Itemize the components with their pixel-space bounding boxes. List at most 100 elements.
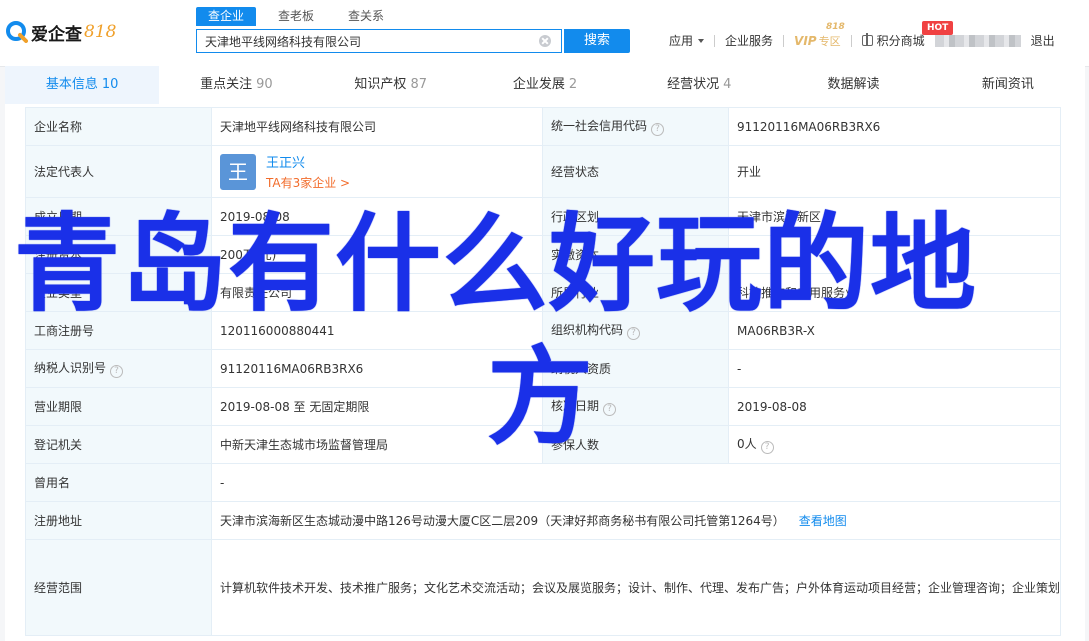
tab-development[interactable]: 企业发展 2 (468, 66, 622, 104)
search-input[interactable] (197, 30, 527, 52)
tab-count: 10 (101, 77, 119, 92)
help-icon[interactable]: ? (603, 403, 617, 416)
nav-vip-zone[interactable]: VIP 818 专区 (794, 22, 845, 49)
tab-operations[interactable]: 经营状况 4 (622, 66, 776, 104)
value-term: 2019-08-08 至 无固定期限 (211, 387, 543, 426)
label-reg-capital: 注册资本 (25, 235, 212, 274)
tab-count: 2 (568, 77, 578, 92)
value-address: 天津市滨海新区生态城动漫中路126号动漫大厦C区二层209（天津好邦商务秘书有限… (211, 501, 1061, 540)
help-icon[interactable]: ? (110, 365, 124, 378)
value-legal-rep: 王 王正兴 TA有3家企业 > (211, 145, 543, 198)
logo-text: 爱企查 (31, 24, 82, 45)
value-scope: 计算机软件技术开发、技术推广服务；文化艺术交流活动；会议及展览服务；设计、制作、… (211, 539, 1061, 636)
tab-label: 重点关注 (200, 77, 253, 92)
logo[interactable]: 爱企查 818 (6, 20, 116, 45)
vip-sub-label: 专区 (818, 34, 841, 48)
tab-label: 知识产权 (354, 77, 407, 92)
label-tax-id: 纳税人识别号? (25, 349, 212, 388)
label-address: 注册地址 (25, 501, 212, 540)
label-insured: 参保人数 (542, 425, 729, 464)
tab-label: 新闻资讯 (981, 77, 1034, 92)
label-legal-rep: 法定代表人 (25, 145, 212, 198)
table-row: 注册地址 天津市滨海新区生态城动漫中路126号动漫大厦C区二层209（天津好邦商… (25, 501, 1061, 540)
legal-rep-block: 王 王正兴 TA有3家企业 > (220, 152, 534, 191)
table-row: 成立日期 2019-08-08 行政区划 天津市滨海新区 (25, 197, 1061, 236)
tab-data-insight[interactable]: 数据解读 (776, 66, 930, 104)
value-reg-no: 120116000880441 (211, 311, 543, 350)
label-founded: 成立日期 (25, 197, 212, 236)
nav-points-mall[interactable]: 积分商城 (861, 32, 925, 49)
help-icon[interactable]: ? (651, 123, 665, 136)
table-row: 企业名称 天津地平线网络科技有限公司 统一社会信用代码? 91120116MA0… (25, 107, 1061, 146)
nav-divider (714, 34, 716, 47)
value-credit-code: 91120116MA06RB3RX6 (728, 107, 1061, 146)
tab-key-focus[interactable]: 重点关注 90 (159, 66, 313, 104)
address-text: 天津市滨海新区生态城动漫中路126号动漫大厦C区二层209（天津好邦商务秘书有限… (220, 514, 785, 528)
table-row: 工商注册号 120116000880441 组织机构代码? MA06RB3R-X (25, 311, 1061, 350)
search-tab-boss[interactable]: 查老板 (266, 7, 326, 26)
value-approval-date: 2019-08-08 (728, 387, 1061, 426)
legal-rep-name-link[interactable]: 王正兴 (266, 152, 350, 171)
value-org-code: MA06RB3R-X (728, 311, 1061, 350)
value-taxpayer-qual: - (728, 349, 1061, 388)
label-industry: 所属行业 (542, 273, 729, 312)
help-icon[interactable]: ? (627, 327, 641, 340)
tab-news[interactable]: 新闻资讯 (931, 66, 1085, 104)
value-company-type: 有限责任公司 (211, 273, 543, 312)
table-row: 企业类型 有限责任公司 所属行业 科技推广和应用服务业 (25, 273, 1061, 312)
tab-basic-info[interactable]: 基本信息 10 (5, 66, 160, 104)
search-button[interactable]: 搜索 (564, 29, 630, 53)
label-status: 经营状态 (542, 145, 729, 198)
label-company-type: 企业类型 (25, 273, 212, 312)
user-avatar-blurred[interactable] (934, 34, 1021, 47)
table-row: 纳税人识别号? 91120116MA06RB3RX6 纳税人资质 - (25, 349, 1061, 388)
label-scope: 经营范围 (25, 539, 212, 636)
nav-right: 应用 企业服务 VIP 818 专区 积分商城 退出 (669, 22, 1065, 49)
label-text: 组织机构代码 (551, 323, 624, 337)
label-taxpayer-qual: 纳税人资质 (542, 349, 729, 388)
value-former-name: - (211, 463, 1061, 502)
tab-count: 87 (410, 77, 427, 92)
search-tab-company[interactable]: 查企业 (196, 7, 256, 26)
value-insured: 0人? (728, 425, 1061, 464)
nav-divider (850, 34, 852, 47)
help-icon[interactable]: ? (760, 441, 774, 454)
label-former-name: 曾用名 (25, 463, 212, 502)
nav-divider (783, 34, 785, 47)
label-authority: 登记机关 (25, 425, 212, 464)
nav-app-label: 应用 (669, 34, 694, 48)
label-text: 核准日期 (551, 399, 600, 413)
nav-logout[interactable]: 退出 (1031, 32, 1055, 49)
value-status: 开业 (728, 145, 1061, 198)
clear-icon[interactable] (539, 35, 551, 47)
vip-label: VIP 818 (794, 22, 845, 48)
tab-label: 基本信息 (45, 77, 98, 92)
value-reg-capital: 200万(元) (211, 235, 543, 274)
nav-enterprise-service[interactable]: 企业服务 (725, 32, 773, 49)
nav-points-label: 积分商城 (876, 34, 925, 48)
label-approval-date: 核准日期? (542, 387, 729, 426)
search-tab-relation[interactable]: 查关系 (336, 7, 396, 26)
label-reg-no: 工商注册号 (25, 311, 212, 350)
vip-badge: 818 (826, 21, 845, 32)
value-tax-id: 91120116MA06RB3RX6 (211, 349, 543, 388)
label-text: 纳税人识别号 (34, 361, 107, 375)
value-authority: 中新天津生态城市场监督管理局 (211, 425, 543, 464)
logo-q-icon (6, 21, 28, 43)
tab-label: 数据解读 (827, 77, 880, 92)
legal-rep-companies-link[interactable]: TA有3家企业 > (266, 174, 350, 191)
tab-ip[interactable]: 知识产权 87 (314, 66, 468, 104)
gift-icon (861, 33, 873, 46)
tab-label: 企业发展 (512, 77, 565, 92)
table-row: 登记机关 中新天津生态城市场监督管理局 参保人数 0人? (25, 425, 1061, 464)
view-map-link[interactable]: 查看地图 (799, 514, 847, 528)
value-paid-capital: - (728, 235, 1061, 274)
detail-tabs: 基本信息 10 重点关注 90 知识产权 87 企业发展 2 经营状况 4 数据解读 新闻… (5, 66, 1085, 105)
label-credit-code: 统一社会信用代码? (542, 107, 729, 146)
nav-app-menu[interactable]: 应用 (669, 32, 705, 49)
label-term: 营业期限 (25, 387, 212, 426)
legal-rep-avatar[interactable]: 王 (220, 153, 256, 190)
table-row: 经营范围 计算机软件技术开发、技术推广服务；文化艺术交流活动；会议及展览服务；设… (25, 539, 1061, 636)
search-box (196, 29, 562, 53)
basic-info-panel: 企业名称 天津地平线网络科技有限公司 统一社会信用代码? 91120116MA0… (5, 104, 1085, 641)
